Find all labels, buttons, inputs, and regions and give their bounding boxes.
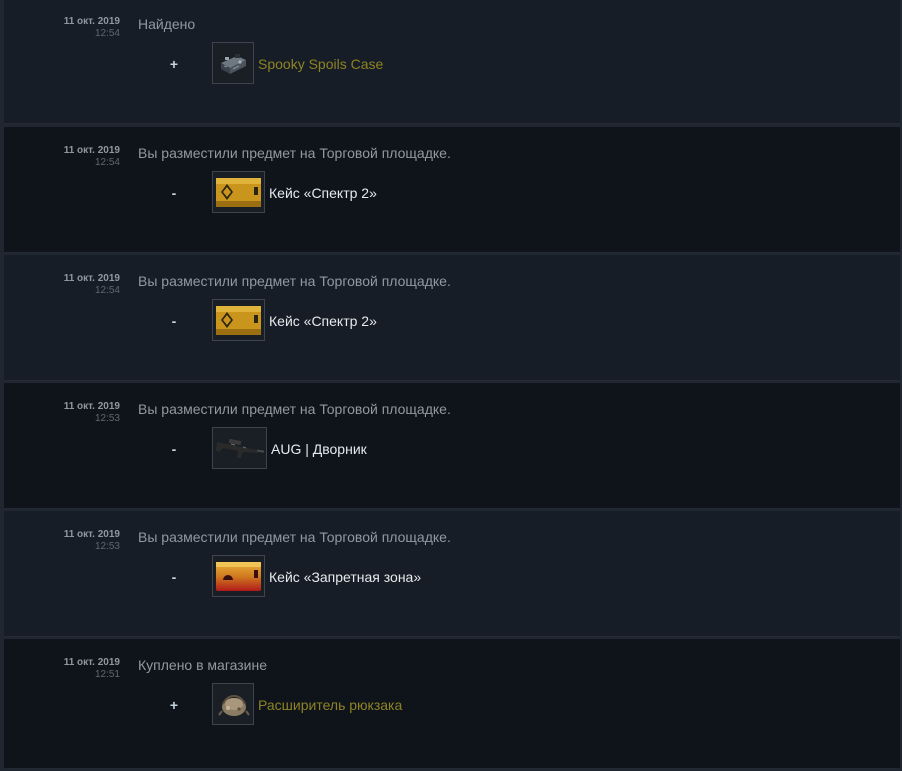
history-change-sign: - xyxy=(171,569,177,585)
history-date: 11 окт. 2019 xyxy=(63,16,120,27)
item-name-link[interactable]: Spooky Spoils Case xyxy=(258,54,383,74)
history-row: 11 окт. 2019 12:53 Вы разместили предмет… xyxy=(4,383,900,509)
history-row: 11 окт. 2019 12:53 Вы разместили предмет… xyxy=(4,511,900,637)
history-time: 12:51 xyxy=(94,669,120,680)
history-row: 11 окт. 2019 12:51 Куплено в магазине + … xyxy=(4,639,900,769)
history-change-sign: - xyxy=(171,185,177,201)
history-date: 11 окт. 2019 xyxy=(63,529,120,540)
item-name-link[interactable]: AUG | Дворник xyxy=(271,439,367,459)
history-row: 11 окт. 2019 12:54 Найдено + Spooky Spoi… xyxy=(4,0,900,124)
item-name-link[interactable]: Кейс «Спектр 2» xyxy=(269,311,377,331)
history-time: 12:53 xyxy=(94,541,120,552)
spooky-case-icon[interactable] xyxy=(212,42,254,84)
history-date: 11 окт. 2019 xyxy=(63,145,120,156)
history-row: 11 окт. 2019 12:54 Вы разместили предмет… xyxy=(4,127,900,253)
spectrum-2-case-icon[interactable] xyxy=(212,171,265,213)
history-time: 12:54 xyxy=(94,285,120,296)
spectrum-2-case-icon[interactable] xyxy=(212,299,265,341)
history-description: Вы разместили предмет на Торговой площад… xyxy=(138,145,451,161)
history-time: 12:53 xyxy=(94,413,120,424)
history-description: Вы разместили предмет на Торговой площад… xyxy=(138,529,451,545)
history-date: 11 окт. 2019 xyxy=(63,657,120,668)
history-date: 11 окт. 2019 xyxy=(63,401,120,412)
history-description: Вы разместили предмет на Торговой площад… xyxy=(138,401,451,417)
inventory-history-list: 11 окт. 2019 12:54 Найдено + Spooky Spoi… xyxy=(0,0,902,771)
history-description: Вы разместили предмет на Торговой площад… xyxy=(138,273,451,289)
history-date: 11 окт. 2019 xyxy=(63,273,120,284)
item-name-link[interactable]: Кейс «Спектр 2» xyxy=(269,183,377,203)
history-description: Найдено xyxy=(138,16,196,32)
history-time: 12:54 xyxy=(94,28,120,39)
item-name-link[interactable]: Кейс «Запретная зона» xyxy=(269,567,421,587)
aug-rifle-icon[interactable] xyxy=(212,427,267,469)
history-row: 11 окт. 2019 12:54 Вы разместили предмет… xyxy=(4,255,900,381)
history-time: 12:54 xyxy=(94,157,120,168)
backpack-expander-icon[interactable] xyxy=(212,683,254,725)
history-change-sign: + xyxy=(169,56,179,72)
item-name-link[interactable]: Расширитель рюкзака xyxy=(258,695,402,715)
history-change-sign: - xyxy=(171,441,177,457)
history-change-sign: + xyxy=(169,697,179,713)
danger-zone-case-icon[interactable] xyxy=(212,555,265,597)
history-description: Куплено в магазине xyxy=(138,657,268,673)
history-change-sign: - xyxy=(171,313,177,329)
